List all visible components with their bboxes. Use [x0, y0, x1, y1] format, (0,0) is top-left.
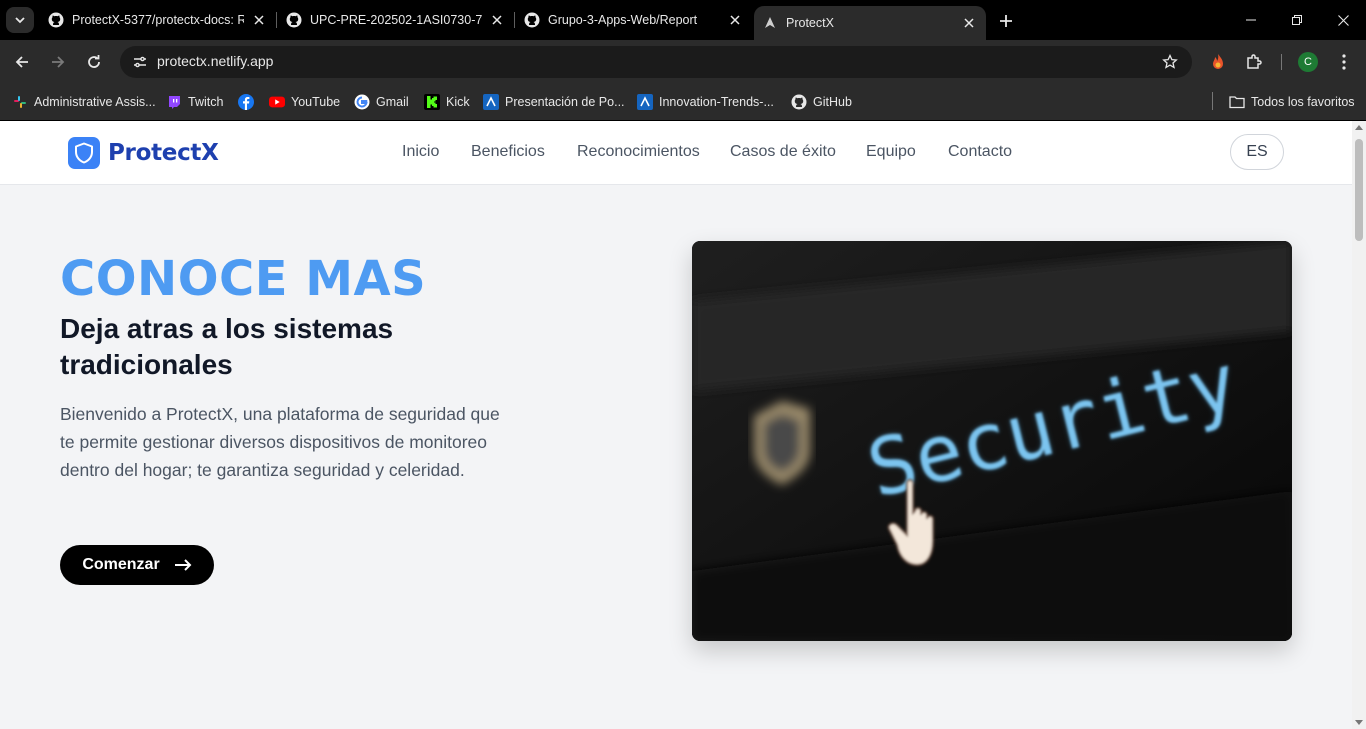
- scroll-up-arrow-icon[interactable]: [1355, 125, 1363, 130]
- tab-upc-pre[interactable]: UPC-PRE-202502-1ASI0730-74: [286, 0, 506, 40]
- bookmark-label: GitHub: [813, 95, 852, 109]
- arrow-left-icon: [15, 56, 28, 68]
- shield-icon: [68, 137, 100, 169]
- bookmark-label: YouTube: [291, 95, 341, 109]
- site-info-icon[interactable]: [128, 50, 152, 74]
- tab-title: ProtectX-5377/protectx-docs: R: [72, 13, 244, 27]
- menu-kebab-icon[interactable]: [1333, 51, 1355, 73]
- bookmark-facebook[interactable]: [238, 92, 260, 112]
- page-viewport: ProtectX Inicio Beneficios Reconocimient…: [0, 121, 1352, 729]
- close-icon: [1337, 14, 1349, 26]
- bookmark-label: Kick: [446, 95, 470, 109]
- nav-inicio[interactable]: Inicio: [402, 143, 439, 161]
- tab-title: UPC-PRE-202502-1ASI0730-74: [310, 13, 482, 27]
- toolbar-divider: [1281, 54, 1282, 70]
- kick-icon: [424, 94, 440, 110]
- github-icon: [286, 12, 302, 28]
- bookmark-label: Gmail: [376, 95, 409, 109]
- bookmarks-divider: [1212, 92, 1213, 110]
- extension-fire-icon[interactable]: [1207, 51, 1229, 73]
- bookmark-youtube[interactable]: YouTube: [269, 92, 340, 112]
- slides-icon: [483, 94, 499, 110]
- bookmark-presentacion[interactable]: Presentación de Po...: [483, 92, 625, 112]
- brand-name: ProtectX: [108, 140, 219, 166]
- bookmark-github[interactable]: GitHub: [791, 92, 852, 112]
- arrow-right-icon: [52, 56, 65, 68]
- extensions-puzzle-icon[interactable]: [1243, 51, 1265, 73]
- tab-grupo-3[interactable]: Grupo-3-Apps-Web/Report: [524, 0, 744, 40]
- tab-strip: ProtectX-5377/protectx-docs: R UPC-PRE-2…: [0, 0, 1366, 40]
- bookmark-label: Todos los favoritos: [1251, 95, 1355, 109]
- bookmark-star-icon[interactable]: [1160, 52, 1180, 72]
- hero-description: Bienvenido a ProtectX, una plataforma de…: [60, 404, 500, 480]
- reload-button[interactable]: [80, 48, 108, 76]
- plus-icon: [1000, 15, 1012, 27]
- bookmark-administrative[interactable]: Administrative Assis...: [12, 92, 156, 112]
- reload-icon: [88, 55, 100, 68]
- nav-casos-de-exito[interactable]: Casos de éxito: [730, 143, 836, 161]
- bookmark-label: Innovation-Trends-...: [659, 95, 774, 109]
- bookmark-label: Administrative Assis...: [34, 95, 156, 109]
- new-tab-button[interactable]: [994, 9, 1018, 33]
- google-icon: [354, 94, 370, 110]
- nav-contacto[interactable]: Contacto: [948, 143, 1012, 161]
- hero-title: Deja atras a los sistemas tradicionales: [60, 313, 394, 380]
- close-icon[interactable]: [726, 11, 744, 29]
- folder-icon: [1229, 94, 1245, 110]
- github-icon: [524, 12, 540, 28]
- start-button-label: Comenzar: [82, 556, 160, 573]
- restore-icon: [1292, 15, 1302, 25]
- slack-icon: [12, 94, 28, 110]
- brand-logo[interactable]: ProtectX: [68, 136, 219, 170]
- bookmarks-bar: Administrative Assis... Twitch YouTube G…: [0, 84, 1366, 120]
- youtube-icon: [269, 94, 285, 110]
- tab-search-button[interactable]: [6, 7, 34, 33]
- close-icon[interactable]: [250, 11, 268, 29]
- minimize-button[interactable]: [1228, 0, 1274, 40]
- chevron-down-icon: [15, 17, 25, 24]
- tab-divider: [514, 12, 515, 28]
- bookmark-kick[interactable]: Kick: [424, 92, 470, 112]
- profile-avatar[interactable]: C: [1298, 52, 1318, 72]
- bookmark-label: Twitch: [188, 95, 224, 109]
- nav-reconocimientos[interactable]: Reconocimientos: [577, 143, 700, 161]
- slides-icon: [637, 94, 653, 110]
- tab-protectx-docs[interactable]: ProtectX-5377/protectx-docs: R: [48, 0, 268, 40]
- tab-title: Grupo-3-Apps-Web/Report: [548, 13, 698, 27]
- hero-kicker: CONOCE MAS: [60, 251, 427, 307]
- bookmark-innovation[interactable]: Innovation-Trends-...: [637, 92, 774, 112]
- scroll-down-arrow-icon[interactable]: [1355, 720, 1363, 725]
- start-button[interactable]: Comenzar: [60, 545, 214, 585]
- nav-equipo[interactable]: Equipo: [866, 143, 916, 161]
- tab-protectx[interactable]: ProtectX: [754, 6, 986, 40]
- back-button[interactable]: [8, 48, 36, 76]
- arrow-right-icon: [174, 559, 192, 571]
- twitch-icon: [166, 94, 182, 110]
- facebook-icon: [238, 94, 254, 110]
- close-icon[interactable]: [488, 11, 506, 29]
- minimize-icon: [1246, 19, 1256, 21]
- github-icon: [791, 94, 807, 110]
- tab-divider: [276, 12, 277, 28]
- all-bookmarks-folder[interactable]: Todos los favoritos: [1229, 92, 1355, 112]
- forward-button[interactable]: [44, 48, 72, 76]
- tab-title: ProtectX: [786, 16, 834, 30]
- hero-security-image: Security Security: [692, 241, 1292, 641]
- close-icon[interactable]: [960, 14, 978, 32]
- close-window-button[interactable]: [1320, 0, 1366, 40]
- bookmark-twitch[interactable]: Twitch: [166, 92, 223, 112]
- language-toggle[interactable]: ES: [1230, 134, 1284, 170]
- address-bar[interactable]: protectx.netlify.app: [120, 46, 1192, 78]
- url-text: protectx.netlify.app: [157, 53, 274, 69]
- page-scrollbar[interactable]: [1352, 121, 1366, 729]
- nav-beneficios[interactable]: Beneficios: [471, 143, 545, 161]
- netlify-icon: [762, 15, 778, 31]
- browser-toolbar: protectx.netlify.app C: [0, 40, 1366, 84]
- bookmark-label: Presentación de Po...: [505, 95, 625, 109]
- restore-button[interactable]: [1274, 0, 1320, 40]
- bookmark-gmail[interactable]: Gmail: [354, 92, 409, 112]
- site-header: ProtectX Inicio Beneficios Reconocimient…: [0, 121, 1352, 185]
- scrollbar-thumb[interactable]: [1355, 139, 1363, 241]
- github-icon: [48, 12, 64, 28]
